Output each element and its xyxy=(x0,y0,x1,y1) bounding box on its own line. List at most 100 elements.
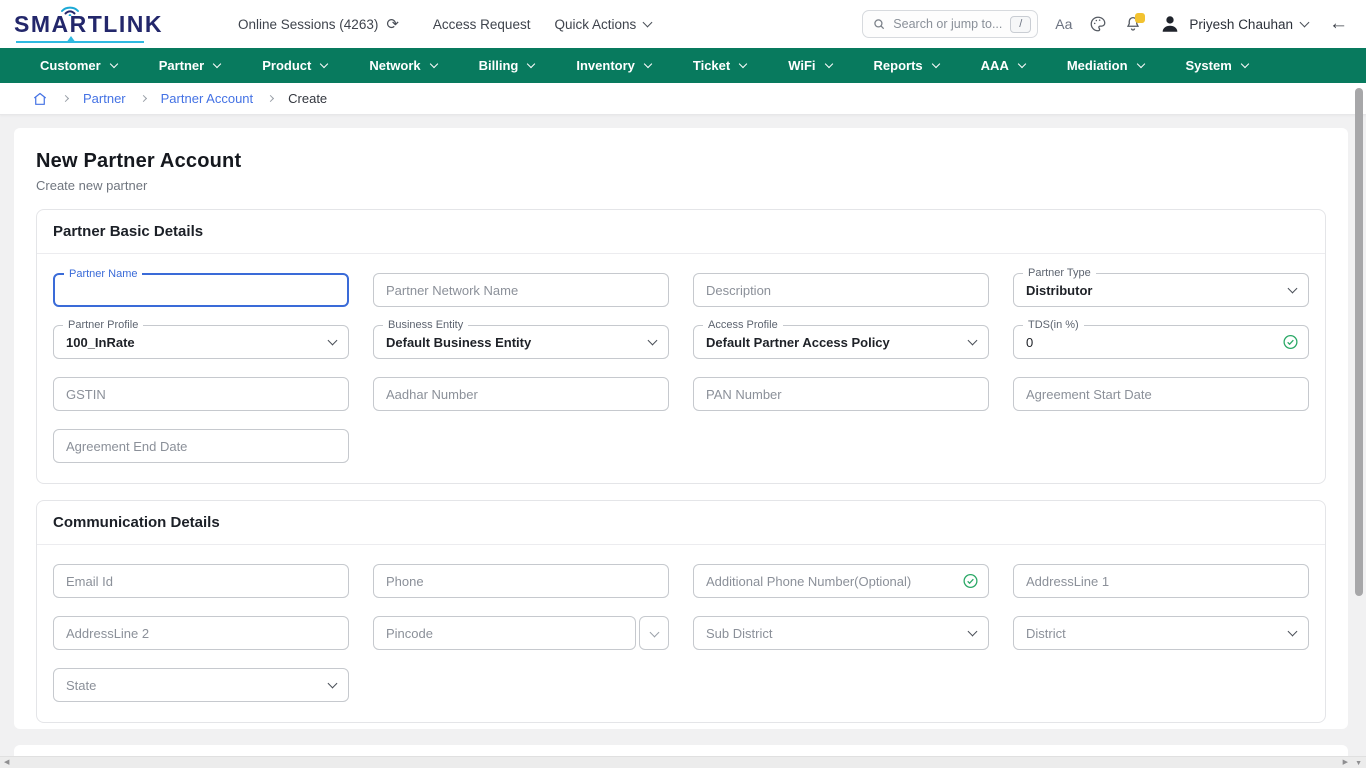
partner-network-name-input[interactable] xyxy=(386,283,656,298)
chevron-down-icon xyxy=(739,60,747,68)
notifications-bell-icon[interactable] xyxy=(1124,15,1142,33)
pincode-input[interactable] xyxy=(386,626,623,641)
partner-type-select[interactable]: Partner Type Distributor xyxy=(1013,273,1309,307)
notification-badge xyxy=(1135,13,1145,23)
state-placeholder: State xyxy=(66,678,96,693)
nav-item-mediation[interactable]: Mediation xyxy=(1046,48,1165,83)
phone-field[interactable] xyxy=(373,564,669,598)
partner-profile-select[interactable]: Partner Profile 100_InRate xyxy=(53,325,349,359)
main-navigation: Customer Partner Product Network Billing… xyxy=(0,48,1366,83)
business-entity-select[interactable]: Business Entity Default Business Entity xyxy=(373,325,669,359)
logo-up-arrow xyxy=(66,36,76,43)
refresh-icon[interactable]: ⟳ xyxy=(386,15,399,33)
wifi-icon xyxy=(58,2,82,21)
pincode-dropdown-toggle[interactable] xyxy=(639,616,669,650)
sub-district-placeholder: Sub District xyxy=(706,626,772,641)
email-field[interactable] xyxy=(53,564,349,598)
district-select[interactable]: District xyxy=(1013,616,1309,650)
agreement-start-date-input[interactable] xyxy=(1026,387,1296,402)
chevron-down-icon xyxy=(968,336,978,346)
main-content: New Partner Account Create new partner P… xyxy=(0,115,1366,768)
communication-details-card: Communication Details xyxy=(36,500,1326,723)
partner-network-name-field[interactable] xyxy=(373,273,669,307)
quick-actions-menu[interactable]: Quick Actions xyxy=(554,17,651,32)
pincode-group xyxy=(373,616,669,650)
breadcrumb-current: Create xyxy=(288,91,327,106)
partner-name-field[interactable]: Partner Name xyxy=(53,273,349,307)
logo-underline xyxy=(16,41,144,43)
valid-check-icon xyxy=(1282,334,1299,351)
pincode-field[interactable] xyxy=(373,616,636,650)
chevron-down-icon xyxy=(1288,627,1298,637)
user-name: Priyesh Chauhan xyxy=(1189,17,1293,32)
breadcrumb-link-partner-account[interactable]: Partner Account xyxy=(161,91,254,106)
nav-item-system[interactable]: System xyxy=(1165,48,1269,83)
horizontal-scrollbar[interactable]: ◀ ▶ xyxy=(0,756,1366,768)
pan-number-field[interactable] xyxy=(693,377,989,411)
logo-text: SMARTLINK xyxy=(14,11,163,37)
additional-phone-input[interactable] xyxy=(706,574,956,589)
gstin-input[interactable] xyxy=(66,387,336,402)
chevron-down-icon xyxy=(644,60,652,68)
aadhar-number-input[interactable] xyxy=(386,387,656,402)
nav-item-wifi[interactable]: WiFi xyxy=(767,48,852,83)
aadhar-number-field[interactable] xyxy=(373,377,669,411)
access-request-label: Access Request xyxy=(433,17,531,32)
theme-palette-icon[interactable] xyxy=(1089,15,1107,33)
email-input[interactable] xyxy=(66,574,336,589)
chevron-down-icon xyxy=(1018,60,1026,68)
description-input[interactable] xyxy=(706,283,976,298)
nav-item-reports[interactable]: Reports xyxy=(853,48,960,83)
back-arrow-icon[interactable]: ← xyxy=(1329,13,1348,35)
nav-item-inventory[interactable]: Inventory xyxy=(555,48,672,83)
address-line-2-input[interactable] xyxy=(66,626,336,641)
chevron-down-icon xyxy=(931,60,939,68)
agreement-end-date-field[interactable] xyxy=(53,429,349,463)
state-select[interactable]: State xyxy=(53,668,349,702)
nav-item-product[interactable]: Product xyxy=(241,48,348,83)
description-field[interactable] xyxy=(693,273,989,307)
valid-check-icon xyxy=(962,573,979,590)
global-search[interactable]: / xyxy=(862,10,1038,38)
chevron-down-icon xyxy=(429,60,437,68)
additional-phone-field[interactable] xyxy=(693,564,989,598)
pan-number-input[interactable] xyxy=(706,387,976,402)
nav-item-ticket[interactable]: Ticket xyxy=(672,48,767,83)
address-line-1-input[interactable] xyxy=(1026,574,1296,589)
nav-item-partner[interactable]: Partner xyxy=(138,48,242,83)
sub-district-select[interactable]: Sub District xyxy=(693,616,989,650)
access-request-link[interactable]: Access Request xyxy=(433,17,531,32)
app-logo[interactable]: SMARTLINK xyxy=(14,11,210,38)
address-line-1-field[interactable] xyxy=(1013,564,1309,598)
tds-field[interactable]: TDS(in %) 0 xyxy=(1013,325,1309,359)
quick-actions-label: Quick Actions xyxy=(554,17,636,32)
access-profile-select[interactable]: Access Profile Default Partner Access Po… xyxy=(693,325,989,359)
agreement-start-date-field[interactable] xyxy=(1013,377,1309,411)
top-header: SMARTLINK Online Sessions (4263) ⟳ Acces… xyxy=(0,0,1366,48)
scroll-right-arrow[interactable]: ▶ xyxy=(1343,759,1348,766)
scroll-down-arrow[interactable]: ▼ xyxy=(1355,760,1362,767)
nav-item-network[interactable]: Network xyxy=(348,48,457,83)
font-size-toggle[interactable]: Aa xyxy=(1055,16,1072,32)
nav-item-customer[interactable]: Customer xyxy=(19,48,138,83)
user-menu[interactable]: Priyesh Chauhan xyxy=(1159,13,1308,35)
search-input[interactable] xyxy=(893,17,1003,31)
gstin-field[interactable] xyxy=(53,377,349,411)
partner-type-value: Distributor xyxy=(1026,283,1092,298)
business-entity-value: Default Business Entity xyxy=(386,335,531,350)
phone-input[interactable] xyxy=(386,574,656,589)
agreement-end-date-input[interactable] xyxy=(66,439,336,454)
home-icon[interactable] xyxy=(32,91,48,107)
online-sessions[interactable]: Online Sessions (4263) ⟳ xyxy=(238,15,399,33)
nav-item-billing[interactable]: Billing xyxy=(458,48,556,83)
breadcrumb-separator xyxy=(62,95,69,102)
search-icon xyxy=(872,17,886,31)
scroll-left-arrow[interactable]: ◀ xyxy=(4,759,9,766)
breadcrumb-link-partner[interactable]: Partner xyxy=(83,91,126,106)
address-line-2-field[interactable] xyxy=(53,616,349,650)
partner-name-input[interactable] xyxy=(67,283,335,298)
vertical-scrollbar-thumb[interactable] xyxy=(1355,88,1363,596)
chevron-down-icon xyxy=(1136,60,1144,68)
chevron-down-icon xyxy=(328,679,338,689)
nav-item-aaa[interactable]: AAA xyxy=(960,48,1046,83)
